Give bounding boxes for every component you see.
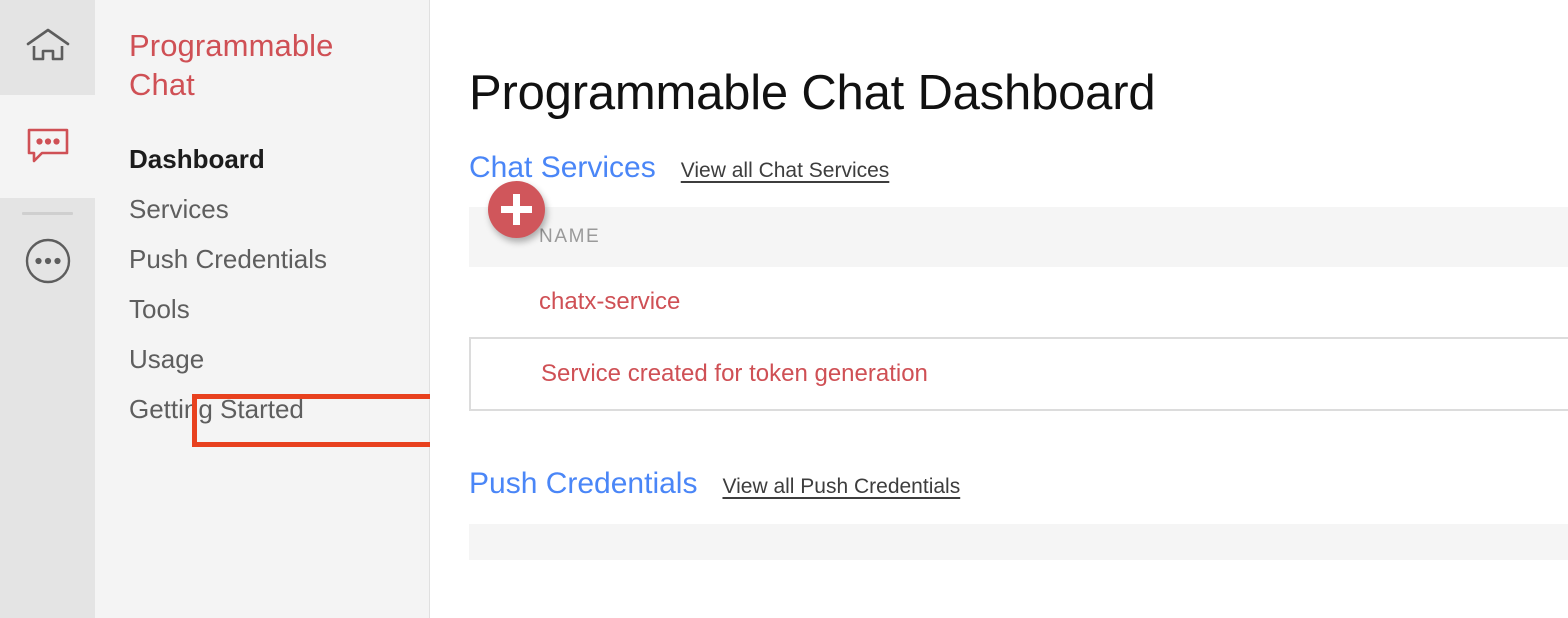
view-all-push-credentials-link[interactable]: View all Push Credentials [722, 475, 960, 499]
rail-item-more[interactable] [0, 215, 95, 307]
push-credentials-title[interactable]: Push Credentials [469, 467, 697, 501]
chat-services-title[interactable]: Chat Services [469, 151, 656, 185]
add-chat-service-button[interactable] [488, 180, 545, 238]
chat-bubble-icon [26, 127, 70, 167]
view-all-chat-services-link[interactable]: View all Chat Services [681, 159, 890, 183]
sidebar-item-getting-started[interactable]: Getting Started [95, 384, 429, 434]
sidebar-item-tools[interactable]: Tools [95, 284, 429, 334]
chat-service-link[interactable]: Service created for token generation [541, 360, 928, 388]
push-credentials-table-header [469, 523, 1568, 560]
page-title: Programmable Chat Dashboard [469, 65, 1156, 120]
sidebar-product-title: Programmable Chat [129, 28, 334, 102]
main-content: Programmable Chat Dashboard Chat Service… [430, 0, 1568, 618]
chat-service-link[interactable]: chatx-service [539, 288, 680, 316]
column-header-name: NAME [539, 225, 601, 247]
rail-item-home[interactable] [0, 0, 95, 95]
sidebar-item-services[interactable]: Services [95, 184, 429, 234]
app-root: Programmable Chat Dashboard Services Pus… [0, 0, 1568, 618]
product-icon-rail [0, 0, 95, 618]
chat-services-table: NAME chatx-service Service created for t… [469, 180, 1568, 411]
sidebar-item-usage[interactable]: Usage [95, 334, 429, 384]
product-sidebar: Programmable Chat Dashboard Services Pus… [95, 0, 523, 618]
push-credentials-section-header: Push Credentials View all Push Credentia… [430, 467, 1568, 501]
plus-icon-vertical [513, 193, 520, 225]
chat-services-section-header: Chat Services View all Chat Services [430, 151, 1568, 185]
sidebar-item-push-credentials[interactable]: Push Credentials [95, 234, 429, 284]
rail-item-programmable-chat[interactable] [0, 95, 95, 198]
home-icon [26, 28, 70, 68]
sidebar-item-dashboard[interactable]: Dashboard [95, 134, 429, 184]
chat-services-table-header: NAME [469, 206, 1568, 267]
sidebar-nav-list: Dashboard Services Push Credentials Tool… [95, 134, 429, 434]
more-circle-icon [25, 238, 71, 284]
table-row[interactable]: Service created for token generation [469, 336, 1568, 411]
push-credentials-table [469, 523, 1568, 560]
table-row[interactable]: chatx-service [469, 266, 1568, 337]
